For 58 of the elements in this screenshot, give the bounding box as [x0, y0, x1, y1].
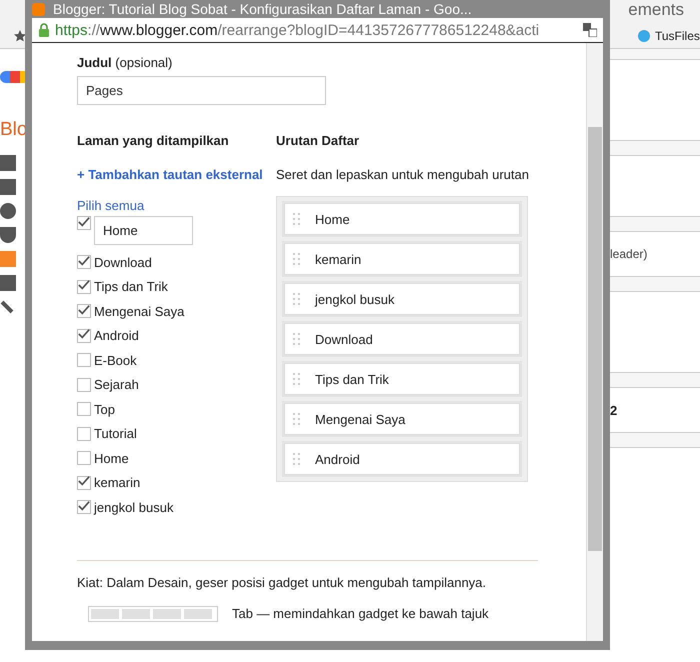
star-icon[interactable]: [14, 30, 26, 42]
window-title: Blogger: Tutorial Blog Sobat - Konfigurasikan Daftar Laman - Goo...: [53, 1, 472, 17]
draggable-item[interactable]: Home: [284, 203, 520, 235]
page-label[interactable]: Top: [94, 402, 115, 417]
checkbox[interactable]: [77, 255, 91, 270]
tip-text: Kiat: Dalam Desain, geser posisi gadget untuk mengubah tampilannya.: [77, 574, 488, 590]
draggable-item[interactable]: kemarin: [284, 243, 520, 275]
draggable-item[interactable]: jengkol busuk: [284, 283, 520, 315]
page-label[interactable]: Sejarah: [94, 377, 139, 392]
page-label[interactable]: kemarin: [94, 475, 140, 490]
checkbox[interactable]: [77, 216, 91, 230]
page-label[interactable]: Android: [94, 328, 139, 344]
checkbox[interactable]: [77, 328, 91, 343]
drag-handle-icon[interactable]: [293, 453, 301, 465]
page-label[interactable]: Mengenai Saya: [94, 304, 184, 319]
field-label: Judul (opsional): [77, 55, 174, 70]
checkbox[interactable]: [77, 353, 91, 368]
drag-handle-icon[interactable]: [293, 373, 301, 385]
draggable-item[interactable]: Android: [284, 443, 520, 475]
drag-handle-icon[interactable]: [293, 333, 301, 345]
drag-handle-icon[interactable]: [293, 253, 301, 265]
checkbox[interactable]: [77, 426, 91, 441]
browser-tab-title[interactable]: ements: [628, 0, 684, 24]
blogger-icon: [32, 2, 45, 16]
draggable-item[interactable]: Download: [284, 323, 520, 355]
pie-chart-icon[interactable]: [0, 203, 16, 219]
drag-handle-icon[interactable]: [293, 413, 301, 425]
checkbox[interactable]: [77, 476, 91, 490]
page-label[interactable]: Tutorial: [94, 426, 137, 442]
page-label[interactable]: jengkol busuk: [94, 500, 174, 515]
checkbox[interactable]: [77, 304, 91, 318]
scrollbar[interactable]: [586, 43, 603, 641]
section-heading: Laman yang ditampilkan: [77, 133, 230, 148]
panel-text: leader): [610, 247, 648, 261]
title-input[interactable]: Pages: [77, 76, 326, 105]
drag-handle-icon[interactable]: [293, 293, 301, 305]
select-all-link[interactable]: Pilih semua: [77, 198, 276, 213]
add-external-link[interactable]: + Tambahkan tautan eksternal: [77, 167, 276, 182]
lock-icon: [38, 23, 50, 37]
checkbox[interactable]: [77, 378, 91, 392]
page-label[interactable]: Tips dan Trik: [94, 279, 168, 294]
bookmark-link[interactable]: TusFiles: [638, 29, 700, 43]
checkbox[interactable]: [77, 280, 91, 294]
page-label[interactable]: E-Book: [94, 352, 137, 368]
section-heading: Urutan Daftar: [276, 133, 360, 148]
tab-hint-text: Tab — memindahkan gadget ke bawah tajuk: [232, 606, 489, 621]
draggable-item[interactable]: Mengenai Saya: [284, 403, 520, 435]
page-label[interactable]: Home: [94, 450, 129, 466]
panel-number: 2: [610, 402, 618, 418]
draggable-item[interactable]: Tips dan Trik: [284, 363, 520, 395]
page-name-input[interactable]: Home: [94, 216, 193, 245]
page-label[interactable]: Download: [94, 254, 152, 270]
checkbox[interactable]: [77, 402, 91, 416]
checkbox[interactable]: [77, 500, 91, 514]
hint-text: Seret dan lepaskan untuk mengubah urutan: [276, 167, 530, 182]
translate-icon[interactable]: [583, 23, 597, 37]
checkbox[interactable]: [77, 451, 91, 466]
drag-handle-icon[interactable]: [293, 213, 301, 225]
